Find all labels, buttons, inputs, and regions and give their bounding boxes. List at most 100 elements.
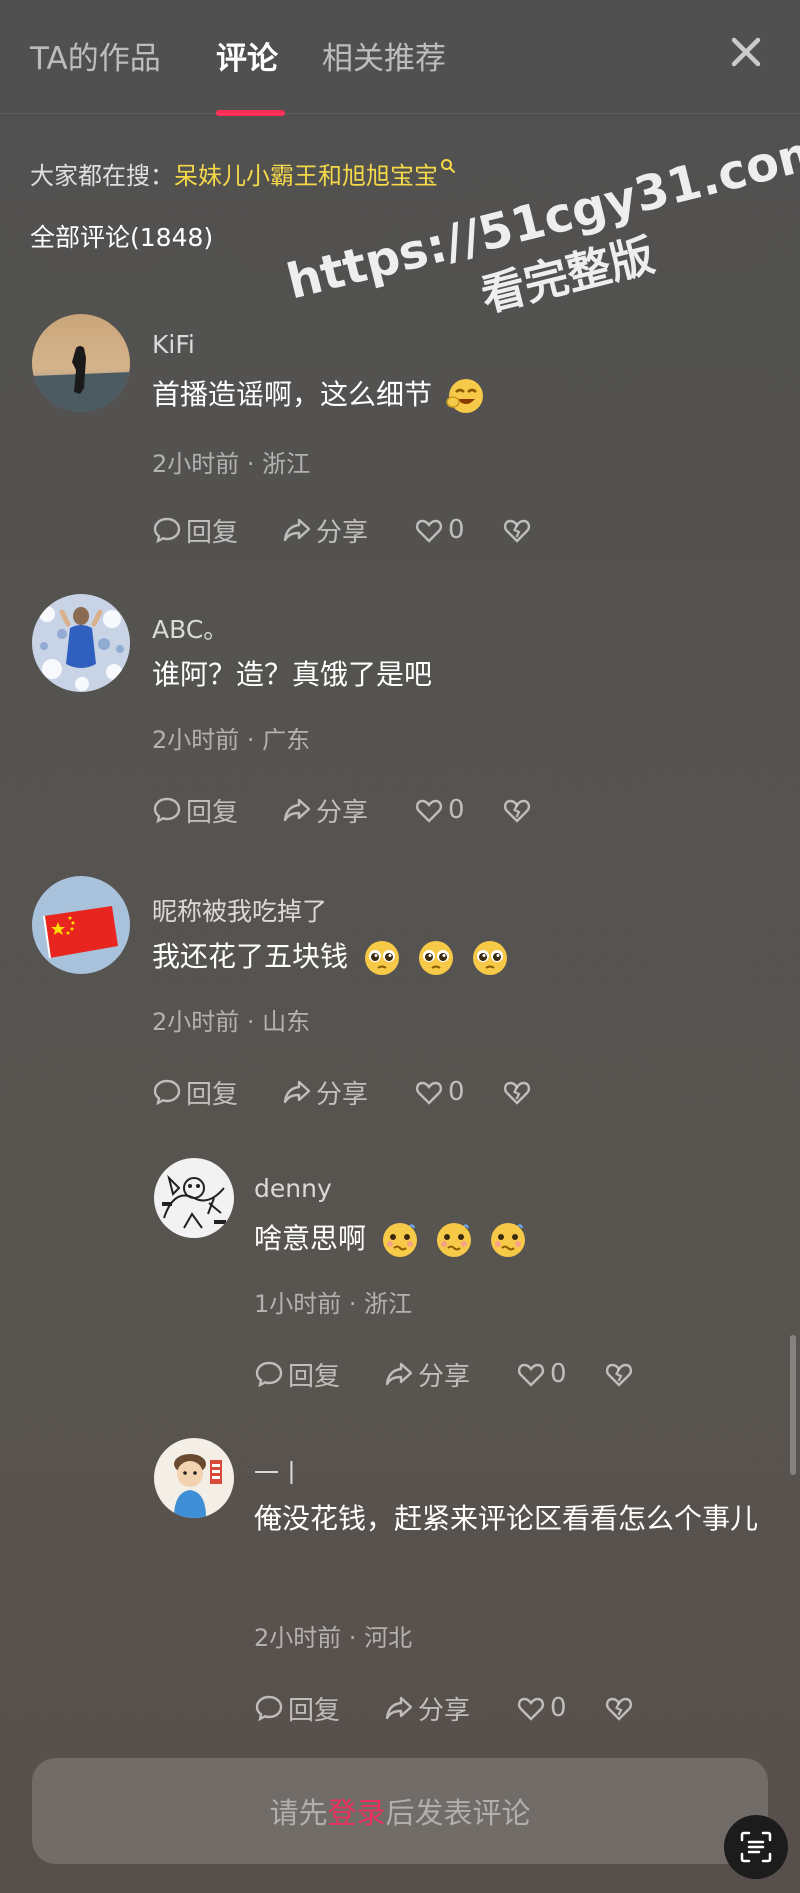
like-count: 0 [448,515,465,545]
tab-works[interactable]: TA的作品 [30,33,161,78]
share-button[interactable]: 分享 [282,510,368,550]
comment-time: 2小时前 [152,1008,240,1036]
share-button[interactable]: 分享 [282,1072,368,1112]
like-button[interactable]: 0 [516,1688,567,1728]
reply-button[interactable]: 回复 [152,510,238,550]
comment-meta: 2小时前 · 山东 [152,1002,310,1037]
share-label: 分享 [418,1695,471,1726]
dislike-button[interactable] [502,1072,536,1112]
comment-time: 2小时前 [254,1624,342,1652]
input-prefix: 请先 [269,1796,328,1830]
dislike-button[interactable] [502,790,536,830]
input-suffix: 后发表评论 [385,1796,531,1830]
like-button[interactable]: 0 [414,790,465,830]
laugh-emoji-icon [446,376,486,416]
trending-search[interactable]: 大家都在搜：呆妹儿小霸王和旭旭宝宝 [30,156,456,191]
share-arrow-icon [385,1362,413,1386]
meta-separator: · [239,1008,263,1036]
watermark-caption: 看完整版 [476,229,660,322]
reply-label: 回复 [186,1079,239,1110]
comment-text: 首播造谣啊，这么细节 [152,368,486,422]
dislike-button[interactable] [502,510,536,550]
scrollbar[interactable] [790,1335,796,1475]
reply-button[interactable]: 回复 [152,1072,238,1112]
comment-meta: 2小时前 · 广东 [152,720,310,755]
share-arrow-icon [283,798,311,822]
reply-label: 回复 [186,797,239,828]
comment-count: 全部评论(1848) [30,223,214,252]
share-arrow-icon [283,1080,311,1104]
comment-text: 啥意思啊 [254,1212,528,1266]
reply-button[interactable]: 回复 [152,790,238,830]
trending-search-keyword[interactable]: 呆妹儿小霸王和旭旭宝宝 [174,162,438,190]
login-link[interactable]: 登录 [327,1790,385,1832]
reply-button[interactable]: 回复 [254,1688,340,1728]
comment-location: 河北 [364,1624,413,1652]
comment-time: 1小时前 [254,1290,342,1318]
comment-location: 广东 [262,726,311,754]
share-label: 分享 [316,517,369,548]
share-button[interactable]: 分享 [282,790,368,830]
comment-text: 俺没花钱，赶紧来评论区看看怎么个事儿 [254,1502,759,1535]
search-icon [440,152,456,173]
broken-heart-icon [605,1697,633,1721]
meta-separator: · [239,726,263,754]
dislike-button[interactable] [604,1688,638,1728]
comment-meta: 1小时前 · 浙江 [254,1284,412,1319]
comment-username[interactable]: 昵称被我吃掉了 [152,892,327,928]
text-scan-button[interactable] [724,1815,788,1879]
like-count: 0 [448,795,465,825]
comment-time: 2小时前 [152,450,240,478]
tab-comments[interactable]: 评论 [216,33,278,78]
avatar[interactable] [154,1438,234,1518]
confused-emoji-icon [488,1220,528,1260]
dislike-button[interactable] [604,1354,638,1394]
avatar[interactable] [32,314,130,412]
comment-username[interactable]: ABC。 [152,610,228,646]
like-count: 0 [550,1693,567,1723]
like-count: 0 [550,1359,567,1389]
avatar[interactable] [154,1158,234,1238]
broken-heart-icon [503,1081,531,1105]
pleading-emoji-icon [470,938,510,978]
comment-panel: TA的作品 评论 相关推荐 大家都在搜：呆妹儿小霸王和旭旭宝宝 全部评论(184… [0,0,800,1893]
reply-button[interactable]: 回复 [254,1354,340,1394]
watermark-url: https://51cgy31.com [281,121,800,311]
comment-input[interactable]: 请先 登录 后发表评论 [32,1758,768,1864]
comment-bubble-icon [255,1361,283,1388]
comment-username[interactable]: 一丨 [254,1454,304,1490]
comment-location: 浙江 [262,450,311,478]
comment-text-body: 啥意思啊 [254,1222,367,1255]
comment-text: 我还花了五块钱 [152,930,510,984]
heart-icon [415,519,443,543]
comment-text: 谁阿？造？真饿了是吧 [152,658,433,691]
tab-recommended[interactable]: 相关推荐 [322,33,446,78]
share-label: 分享 [418,1361,471,1392]
heart-icon [517,1697,545,1721]
share-arrow-icon [385,1696,413,1720]
comment-meta: 2小时前 · 浙江 [152,444,310,479]
close-icon[interactable] [726,32,766,72]
avatar[interactable] [32,876,130,974]
header-divider [0,113,800,114]
comment-username[interactable]: denny [254,1174,332,1203]
pleading-emoji-icon [362,938,402,978]
share-button[interactable]: 分享 [384,1688,470,1728]
comment-bubble-icon [153,1079,181,1106]
pleading-emoji-icon [416,938,456,978]
heart-icon [517,1363,545,1387]
comment-username[interactable]: KiFi [152,330,195,359]
share-button[interactable]: 分享 [384,1354,470,1394]
reply-label: 回复 [288,1695,341,1726]
avatar[interactable] [32,594,130,692]
meta-separator: · [239,450,263,478]
share-label: 分享 [316,1079,369,1110]
comment-meta: 2小时前 · 河北 [254,1618,412,1653]
like-button[interactable]: 0 [516,1354,567,1394]
confused-emoji-icon [380,1220,420,1260]
comment-time: 2小时前 [152,726,240,754]
like-button[interactable]: 0 [414,510,465,550]
confused-emoji-icon [434,1220,474,1260]
like-button[interactable]: 0 [414,1072,465,1112]
comment-location: 浙江 [364,1290,413,1318]
